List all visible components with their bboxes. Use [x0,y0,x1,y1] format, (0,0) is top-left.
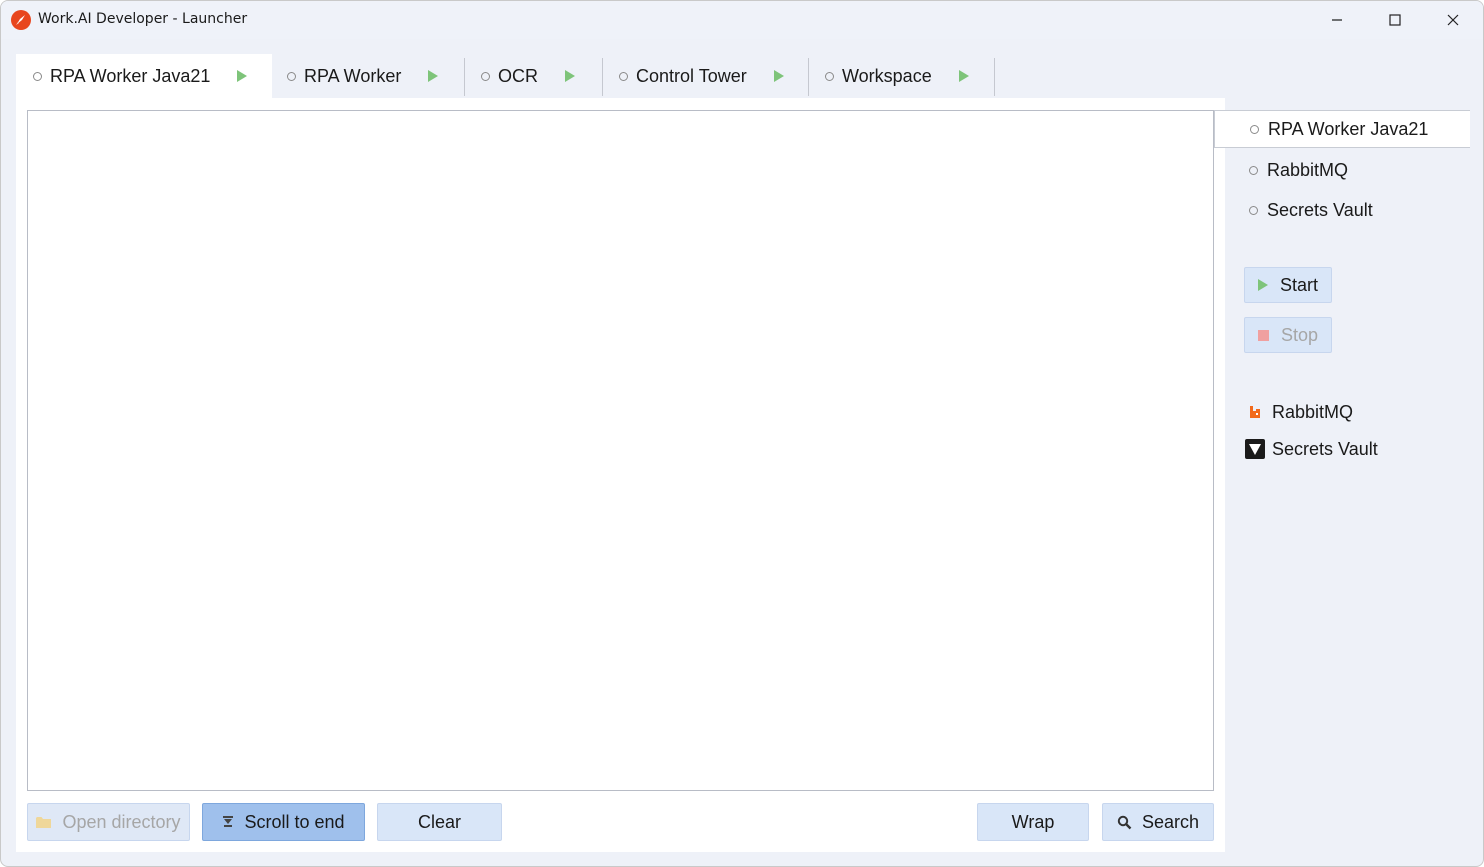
scroll-down-icon [223,816,234,827]
status-dot-icon [1250,124,1259,134]
rabbitmq-icon [1245,402,1265,422]
service-item-rpa-worker-java21[interactable]: RPA Worker Java21 [1214,110,1470,148]
tab-label: RPA Worker [304,65,402,86]
folder-icon [36,816,52,828]
tab-ocr[interactable]: OCR [465,54,603,98]
play-icon[interactable] [958,70,969,82]
service-tabs: RPA Worker Java21 RPA Worker OCR Control… [16,54,995,98]
search-button[interactable]: Search [1102,803,1214,841]
play-icon[interactable] [773,70,784,82]
wrap-label: Wrap [1011,811,1055,832]
start-label: Start [1280,274,1319,295]
tab-label: RPA Worker Java21 [50,65,211,86]
service-label: RPA Worker Java21 [1268,118,1429,139]
open-directory-label: Open directory [62,811,181,832]
launcher-window: Work.AI Developer - Launcher RPA Worker … [0,0,1484,867]
maximize-button[interactable] [1366,1,1424,39]
scroll-to-end-label: Scroll to end [244,811,345,832]
service-item-rabbitmq[interactable]: RabbitMQ [1214,151,1348,189]
tab-rpa-worker[interactable]: RPA Worker [272,54,465,98]
search-icon [1117,815,1132,829]
stop-label: Stop [1281,324,1319,345]
clear-label: Clear [417,811,461,832]
service-item-secrets-vault[interactable]: Secrets Vault [1214,191,1373,229]
app-logo-icon [11,10,31,30]
title-bar: Work.AI Developer - Launcher [1,1,1483,39]
status-dot-icon [1249,165,1258,175]
rabbitmq-link[interactable]: RabbitMQ [1245,400,1353,424]
status-dot-icon [33,71,42,81]
stop-icon [1258,329,1269,341]
status-dot-icon [825,71,834,81]
minimize-button[interactable] [1308,1,1366,39]
status-dot-icon [619,71,628,81]
wrap-button[interactable]: Wrap [977,803,1089,841]
stop-button[interactable]: Stop [1244,317,1332,353]
tab-label: OCR [498,65,538,86]
status-dot-icon [287,71,296,81]
vault-icon [1245,439,1265,459]
start-button[interactable]: Start [1244,267,1332,303]
secrets-vault-link-label: Secrets Vault [1272,438,1378,459]
close-icon [1447,14,1459,26]
tab-workspace[interactable]: Workspace [809,54,995,98]
search-label: Search [1141,811,1200,832]
play-icon[interactable] [237,70,248,82]
service-label: RabbitMQ [1267,159,1349,180]
tab-separator [994,58,995,96]
secrets-vault-link[interactable]: Secrets Vault [1245,437,1378,461]
minimize-icon [1332,19,1342,21]
play-icon [1258,279,1268,291]
play-icon[interactable] [565,70,575,82]
log-output-area[interactable] [27,110,1214,791]
play-icon[interactable] [428,70,439,82]
tab-rpa-worker-java21[interactable]: RPA Worker Java21 [16,54,272,98]
clear-button[interactable]: Clear [377,803,502,841]
service-label: Secrets Vault [1267,199,1373,220]
open-directory-button[interactable]: Open directory [27,803,190,841]
window-title: Work.AI Developer - Launcher [38,11,248,27]
tab-control-tower[interactable]: Control Tower [603,54,809,98]
maximize-icon [1389,14,1401,26]
status-dot-icon [481,71,490,81]
rabbitmq-link-label: RabbitMQ [1272,401,1354,422]
tab-label: Control Tower [636,65,747,86]
tab-label: Workspace [842,65,932,86]
close-button[interactable] [1424,1,1482,39]
scroll-to-end-button[interactable]: Scroll to end [202,803,365,841]
status-dot-icon [1249,205,1258,215]
